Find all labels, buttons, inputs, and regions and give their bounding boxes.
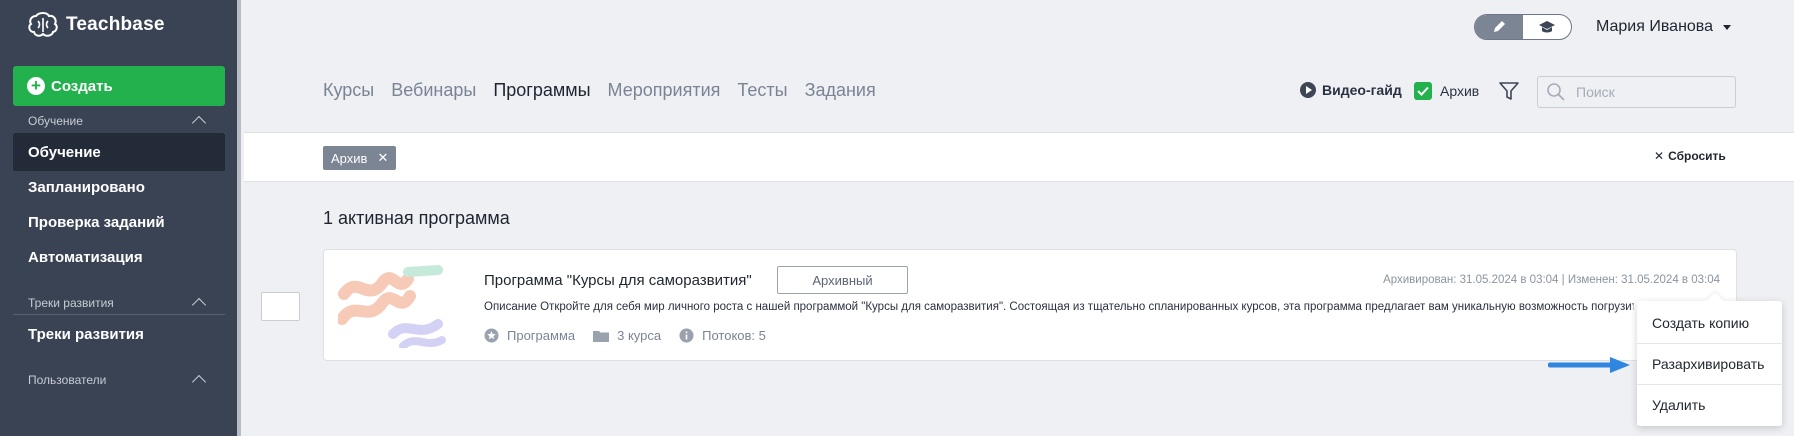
content-tabs: Курсы Вебинары Программы Мероприятия Тес…: [323, 80, 876, 101]
sidebar-item-task-review[interactable]: Проверка заданий: [13, 203, 225, 241]
video-guide-label: Видео-гайд: [1322, 82, 1402, 98]
tab-tasks[interactable]: Задания: [805, 80, 876, 101]
archive-label: Архив: [1440, 83, 1480, 99]
create-button-label: Создать: [51, 77, 113, 95]
section-header-learning[interactable]: Обучение: [28, 113, 208, 131]
logo[interactable]: Teachbase: [28, 12, 165, 38]
chip-label: Архив: [331, 150, 368, 166]
filter-chip-archive: Архив ✕: [323, 146, 397, 170]
edit-mode-button[interactable]: [1475, 15, 1523, 39]
sidebar-item-learning[interactable]: Обучение: [13, 133, 225, 171]
brain-logo-icon: [28, 12, 58, 37]
menu-item-create-copy[interactable]: Создать копию: [1637, 303, 1782, 343]
program-card[interactable]: Программа "Курсы для саморазвития" Архив…: [323, 249, 1737, 361]
row-select-checkbox[interactable]: [261, 292, 300, 321]
program-description: Описание Откройте для себя мир личного р…: [484, 301, 1634, 313]
section-header-users[interactable]: Пользователи: [28, 372, 208, 390]
play-icon: [1300, 82, 1316, 98]
archive-checkbox[interactable]: Архив: [1414, 82, 1479, 100]
tab-tests[interactable]: Тесты: [737, 80, 787, 101]
learner-mode-button[interactable]: [1523, 15, 1571, 39]
chevron-up-icon: [191, 374, 207, 390]
user-name: Мария Иванова: [1596, 18, 1714, 35]
program-dates: Архивирован: 31.05.2024 в 03:04 | Измене…: [1383, 274, 1720, 286]
section-title: Треки развития: [28, 295, 114, 310]
mode-toggle[interactable]: [1474, 14, 1572, 40]
meta-courses-label: 3 курса: [617, 328, 662, 343]
search-input[interactable]: [1576, 84, 1726, 100]
program-title[interactable]: Программа "Курсы для саморазвития": [484, 272, 752, 289]
tab-programs[interactable]: Программы: [493, 80, 590, 101]
sidebar-scrollbar[interactable]: [237, 0, 241, 436]
reset-label: Сбросить: [1668, 149, 1726, 163]
chevron-up-icon: [191, 115, 207, 131]
video-guide-button[interactable]: Видео-гайд: [1300, 82, 1402, 98]
reset-filters-button[interactable]: ✕ Сбросить: [1654, 149, 1726, 163]
program-meta: Программа 3 курса Потоков: 5: [484, 328, 766, 343]
tab-courses[interactable]: Курсы: [323, 80, 374, 101]
info-icon: [679, 328, 694, 343]
section-title: Обучение: [28, 113, 83, 128]
list-count-title: 1 активная программа: [323, 208, 510, 228]
meta-streams-label: Потоков: 5: [702, 328, 766, 343]
close-icon[interactable]: ✕: [377, 150, 388, 166]
tab-events[interactable]: Мероприятия: [608, 80, 721, 101]
menu-item-unarchive[interactable]: Разархивировать: [1637, 344, 1782, 384]
sidebar-item-automation[interactable]: Автоматизация: [13, 238, 225, 276]
tab-webinars[interactable]: Вебинары: [391, 80, 476, 101]
meta-type-label: Программа: [507, 328, 576, 343]
meta-courses: 3 курса: [593, 328, 661, 343]
graduation-cap-icon: [1539, 21, 1555, 33]
context-menu: Создать копию Разархивировать Удалить: [1637, 301, 1782, 426]
sidebar-item-tracks[interactable]: Треки развития: [13, 315, 225, 353]
star-icon: [484, 328, 499, 343]
app-name: Teachbase: [66, 14, 165, 35]
meta-type: Программа: [484, 328, 575, 343]
caret-down-icon: [1723, 24, 1732, 30]
search-field[interactable]: [1537, 76, 1736, 108]
checkmark-icon: [1414, 82, 1432, 100]
sidebar-item-scheduled[interactable]: Запланировано: [13, 168, 225, 206]
user-menu[interactable]: Мария Иванова: [1596, 18, 1732, 36]
close-icon: ✕: [1654, 149, 1665, 163]
meta-streams: Потоков: 5: [679, 328, 766, 343]
chevron-up-icon: [191, 297, 207, 313]
pencil-icon: [1494, 21, 1505, 32]
section-header-tracks[interactable]: Треки развития: [28, 295, 208, 313]
active-filters-bar: Архив ✕ ✕ Сбросить: [244, 132, 1794, 182]
status-badge: Архивный: [777, 266, 908, 294]
arrow-right-icon: [1548, 357, 1630, 373]
section-title: Пользователи: [28, 372, 107, 387]
filter-icon[interactable]: [1498, 80, 1520, 107]
program-thumbnail: [338, 265, 446, 348]
plus-icon: +: [27, 77, 45, 95]
folder-icon: [593, 331, 610, 342]
sidebar: Teachbase + Создать Обучение Обучение За…: [0, 0, 241, 436]
search-icon: [1547, 83, 1565, 101]
menu-item-delete[interactable]: Удалить: [1637, 385, 1782, 425]
create-button[interactable]: + Создать: [13, 66, 225, 106]
